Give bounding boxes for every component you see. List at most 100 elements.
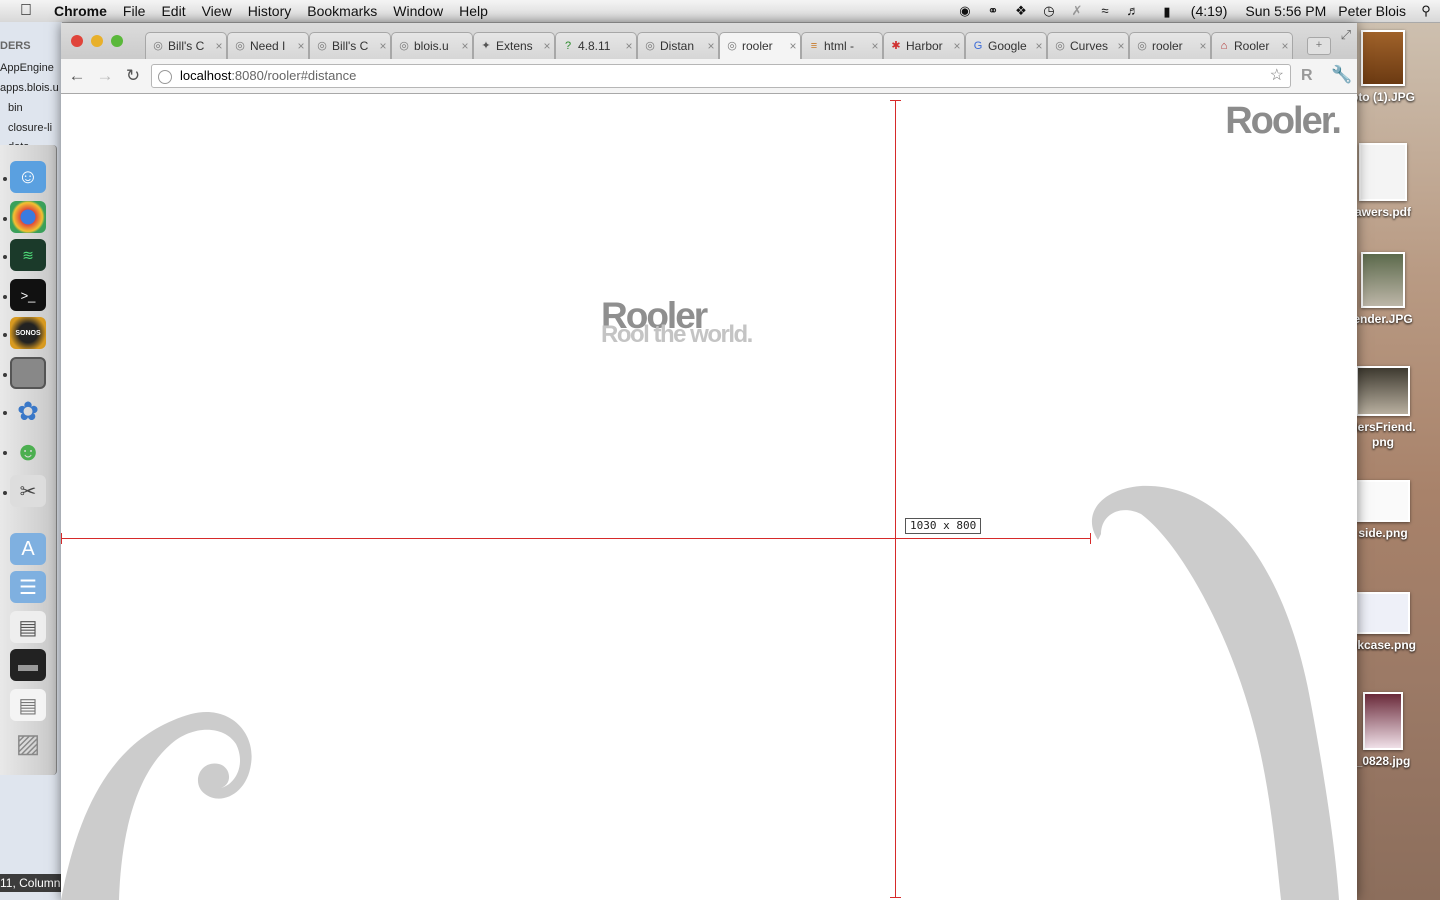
close-window-button[interactable] <box>71 35 83 47</box>
menu-window[interactable]: Window <box>385 3 451 19</box>
close-tab-icon[interactable]: × <box>1032 39 1046 53</box>
running-indicator <box>3 177 7 181</box>
back-button[interactable]: ← <box>67 66 87 86</box>
menu-view[interactable]: View <box>194 3 240 19</box>
terminal-icon[interactable]: >_ <box>10 279 46 311</box>
spotlight-search-icon[interactable]: ⚲ <box>1412 4 1440 18</box>
vertical-measure-line <box>895 100 896 898</box>
pdf-thumbnail <box>1359 143 1407 201</box>
close-tab-icon[interactable]: × <box>622 39 636 53</box>
menu-history[interactable]: History <box>240 3 300 19</box>
headphones-icon[interactable]: ⚭ <box>979 4 1007 18</box>
browser-tab[interactable]: ✱ Harbor × <box>883 32 965 59</box>
close-tab-icon[interactable]: × <box>376 39 390 53</box>
menubar-clock[interactable]: Sun 5:56 PM <box>1239 3 1332 19</box>
network-icon[interactable]: ✿ <box>10 395 46 427</box>
menu-help[interactable]: Help <box>451 3 496 19</box>
browser-tab[interactable]: ✦ Extens × <box>473 32 555 59</box>
wifi-icon[interactable]: ≈ <box>1091 4 1119 18</box>
close-tab-icon[interactable]: × <box>294 39 308 53</box>
trash-icon[interactable]: ▨ <box>10 727 46 759</box>
page-info-icon[interactable] <box>158 70 172 84</box>
close-tab-icon[interactable]: × <box>540 39 554 53</box>
scissors-icon[interactable]: ✂ <box>10 475 46 507</box>
activity-monitor-icon[interactable]: ≋ <box>10 239 46 271</box>
bookmark-star-icon[interactable]: ☆ <box>1270 65 1284 87</box>
fullscreen-icon[interactable]: ⤢ <box>1341 27 1351 43</box>
decorative-curls <box>61 485 1339 900</box>
close-tab-icon[interactable]: × <box>1196 39 1210 53</box>
browser-tab[interactable]: G Google × <box>965 32 1047 59</box>
browser-tab[interactable]: ⌂ Rooler × <box>1211 32 1293 59</box>
rooler-extension-button[interactable]: R <box>1301 67 1313 85</box>
browser-tab[interactable]: ◎ rooler × <box>1129 32 1211 59</box>
measure-tick-left <box>61 533 62 544</box>
tab-title: Distan <box>660 39 695 53</box>
tab-title: Bill's C <box>168 39 205 53</box>
monitor-icon[interactable]: ◉ <box>951 4 979 18</box>
battery-status[interactable]: ▮ (4:19) <box>1147 3 1239 19</box>
image-thumbnail <box>1356 592 1410 634</box>
adium-icon[interactable]: ☻ <box>10 435 46 467</box>
volume-icon[interactable]: ♬ <box>1119 4 1147 18</box>
running-indicator <box>3 255 7 259</box>
running-indicator <box>3 451 7 455</box>
url-text: localhost:8080/rooler#distance <box>180 65 356 87</box>
running-indicator <box>3 491 7 495</box>
finder-section-label: DERS <box>0 40 31 52</box>
time-machine-icon[interactable]: ◷ <box>1035 4 1063 18</box>
menu-edit[interactable]: Edit <box>153 3 193 19</box>
zoom-window-button[interactable] <box>111 35 123 47</box>
right-curl <box>1091 485 1339 900</box>
measure-tick-top <box>890 100 901 101</box>
applications-folder-icon[interactable]: A <box>10 533 46 565</box>
finder-item[interactable]: apps.blois.u <box>0 82 59 94</box>
close-tab-icon[interactable]: × <box>868 39 882 53</box>
finder-icon[interactable]: ☺ <box>10 161 46 193</box>
browser-tab[interactable]: ◎ blois.u × <box>391 32 473 59</box>
finder-item[interactable]: closure-li <box>8 122 52 134</box>
close-tab-icon[interactable]: × <box>1114 39 1128 53</box>
browser-tab[interactable]: ◎ rooler × <box>719 32 801 59</box>
document-stack-icon[interactable]: ▤ <box>10 689 46 721</box>
documents-folder-icon[interactable]: ☰ <box>10 571 46 603</box>
file-icon[interactable]: ▤ <box>10 611 46 643</box>
corner-logo: Rooler. <box>1225 100 1342 142</box>
browser-tab[interactable]: ? 4.8.11 × <box>555 32 637 59</box>
close-tab-icon[interactable]: × <box>212 39 226 53</box>
close-tab-icon[interactable]: × <box>1278 39 1292 53</box>
preview-icon[interactable] <box>10 357 46 389</box>
tab-title: rooler <box>1152 39 1183 53</box>
tab-strip: ◎ Bill's C × ◎ Need I × ◎ Bill's C × ◎ blois.u × ✦ Ex… <box>61 23 1357 63</box>
close-tab-icon[interactable]: × <box>786 39 800 53</box>
screenshot-icon[interactable]: ▬ <box>10 649 46 681</box>
close-tab-icon[interactable]: × <box>950 39 964 53</box>
new-tab-button[interactable]: + <box>1307 37 1331 55</box>
reload-button[interactable]: ↻ <box>123 66 143 86</box>
dropbox-icon[interactable]: ❖ <box>1007 4 1035 18</box>
finder-item[interactable]: AppEngine <box>0 62 54 74</box>
browser-tab[interactable]: ◎ Need I × <box>227 32 309 59</box>
horizontal-measure-line <box>61 538 1091 539</box>
chrome-icon[interactable] <box>10 201 46 233</box>
menu-bookmarks[interactable]: Bookmarks <box>299 3 385 19</box>
browser-tab[interactable]: ◎ Curves × <box>1047 32 1129 59</box>
browser-tab[interactable]: ◎ Bill's C × <box>309 32 391 59</box>
minimize-window-button[interactable] <box>91 35 103 47</box>
menubar-user[interactable]: Peter Blois <box>1332 3 1412 19</box>
forward-button[interactable]: → <box>95 66 115 86</box>
browser-tab[interactable]: ◎ Bill's C × <box>145 32 227 59</box>
bluetooth-icon[interactable]: ✗ <box>1063 4 1091 18</box>
wrench-menu-icon[interactable]: 🔧 <box>1331 65 1352 85</box>
address-bar[interactable]: localhost:8080/rooler#distance ☆ <box>151 64 1291 88</box>
app-menu-chrome[interactable]: Chrome <box>48 3 115 19</box>
close-tab-icon[interactable]: × <box>704 39 718 53</box>
globe-icon: ◎ <box>727 40 737 52</box>
browser-tab[interactable]: ◎ Distan × <box>637 32 719 59</box>
finder-item[interactable]: bin <box>8 102 23 114</box>
apple-menu-icon[interactable]:  <box>20 2 38 20</box>
menu-file[interactable]: File <box>115 3 154 19</box>
close-tab-icon[interactable]: × <box>458 39 472 53</box>
browser-tab[interactable]: ≡ html - × <box>801 32 883 59</box>
sonos-icon[interactable]: SONOS <box>10 317 46 349</box>
